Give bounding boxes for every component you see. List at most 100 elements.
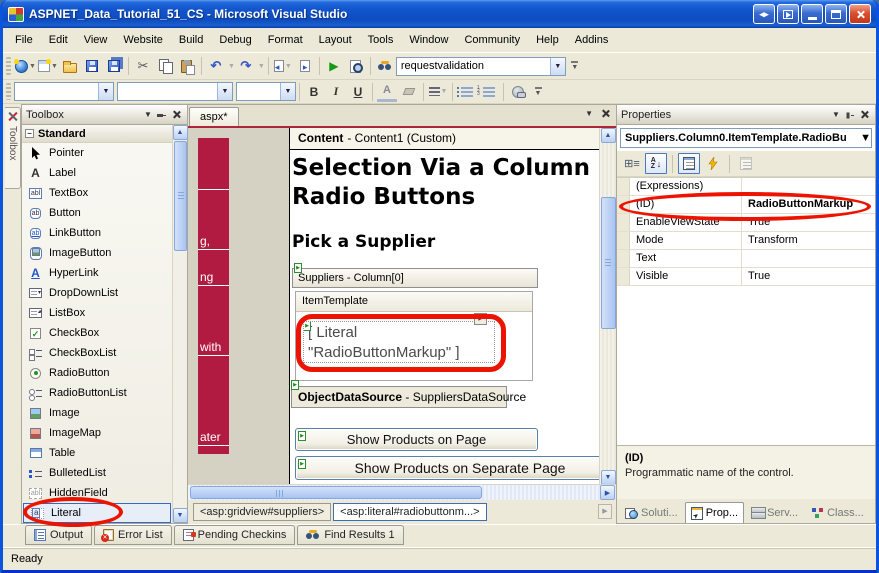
menu-file[interactable]: File (7, 31, 41, 49)
properties-view-button[interactable] (678, 153, 700, 174)
property-row-mode[interactable]: Mode Transform (617, 232, 875, 250)
toolbox-item-bulletedlist[interactable]: BulletedList (22, 463, 172, 483)
menu-community[interactable]: Community (456, 31, 528, 49)
view-in-browser-button[interactable] (346, 56, 366, 76)
tab-output[interactable]: Output (25, 525, 92, 545)
close-button[interactable] (849, 4, 871, 24)
toolbox-item-linkbutton[interactable]: abLinkButton (22, 223, 172, 243)
tab-server-explorer[interactable]: Serv... (745, 502, 804, 523)
designer-horizontal-scrollbar[interactable]: ▶ (188, 484, 616, 500)
scrollbar-thumb[interactable] (174, 141, 187, 251)
tab-class-view[interactable]: Class... (805, 502, 870, 523)
save-button[interactable] (82, 56, 102, 76)
properties-object-combo[interactable]: Suppliers.Column0.ItemTemplate.RadioBu ▼ (620, 128, 872, 148)
redo-button[interactable] (236, 56, 256, 76)
tab-error-list[interactable]: Error List (94, 525, 172, 545)
collapse-icon[interactable]: − (25, 129, 34, 138)
objectdatasource-control[interactable]: ▶ ObjectDataSource - SuppliersDataSource (291, 386, 507, 408)
block-format-combo[interactable]: ▼ (14, 82, 114, 101)
font-size-combo[interactable]: ▼ (236, 82, 296, 101)
underline-button[interactable]: U (348, 82, 368, 102)
navigate-forward-button[interactable] (295, 56, 315, 76)
toolbox-item-button[interactable]: abButton (22, 203, 172, 223)
menu-edit[interactable]: Edit (41, 31, 76, 49)
toolbox-item-radiobuttonlist[interactable]: RadioButtonList (22, 383, 172, 403)
start-debug-button[interactable] (324, 56, 344, 76)
toolbox-group-standard[interactable]: − Standard (22, 125, 187, 143)
search-combo-dropdown[interactable]: ▼ (550, 58, 565, 75)
paste-button[interactable] (177, 56, 197, 76)
toolbar-grip[interactable] (6, 57, 11, 75)
toolbox-item-hiddenfield[interactable]: ablHiddenField (22, 483, 172, 503)
content-placeholder-header[interactable]: Content - Content1 (Custom) (290, 128, 599, 150)
scroll-right-icon[interactable]: ▶ (600, 485, 615, 500)
menu-view[interactable]: View (76, 31, 116, 49)
scroll-up-icon[interactable]: ▲ (601, 128, 616, 143)
toolbox-item-textbox[interactable]: ablTextBox (22, 183, 172, 203)
navigate-back-button[interactable]: ▼ (273, 56, 293, 76)
font-name-combo[interactable]: ▼ (117, 82, 233, 101)
toolbox-item-checkbox[interactable]: ✓CheckBox (22, 323, 172, 343)
toolbox-item-pointer[interactable]: Pointer (22, 143, 172, 163)
window-position-menu-icon[interactable]: ▼ (141, 108, 155, 122)
scroll-down-icon[interactable]: ▼ (173, 508, 188, 523)
document-tab-aspx[interactable]: aspx* (189, 107, 239, 126)
window-position-menu-icon[interactable]: ▼ (829, 108, 843, 122)
copy-button[interactable] (155, 56, 175, 76)
smart-tag-icon[interactable]: ▶ (294, 263, 302, 273)
save-all-button[interactable] (104, 56, 124, 76)
menu-tools[interactable]: Tools (360, 31, 402, 49)
scrollbar-thumb[interactable] (601, 197, 616, 329)
tag-navigator-more-icon[interactable]: ▶ (598, 504, 612, 519)
minimize-button[interactable] (801, 4, 823, 24)
cut-button[interactable] (133, 56, 153, 76)
tab-properties[interactable]: Prop... (685, 502, 744, 523)
toolbox-item-dropdownlist[interactable]: DropDownList (22, 283, 172, 303)
alignment-button[interactable]: ▼ (428, 82, 448, 102)
combo-dropdown[interactable]: ▼ (217, 83, 232, 100)
menu-help[interactable]: Help (528, 31, 567, 49)
scroll-down-icon[interactable]: ▼ (601, 470, 616, 484)
toolbar-overflow-button[interactable]: ▼ (569, 61, 581, 71)
smart-tag-icon[interactable]: ▶ (298, 431, 306, 441)
tab-pending-checkins[interactable]: Pending Checkins (174, 525, 296, 545)
toolbox-title-bar[interactable]: Toolbox ▼ (22, 105, 187, 125)
smart-tag-icon[interactable]: ▶ (291, 380, 299, 390)
menu-debug[interactable]: Debug (211, 31, 259, 49)
menu-addins[interactable]: Addins (567, 31, 617, 49)
toolbox-item-imagemap[interactable]: ImageMap (22, 423, 172, 443)
tag-literal[interactable]: <asp:literal#radiobuttonm...> (333, 503, 486, 521)
show-products-on-page-button[interactable]: ▶ Show Products on Page (295, 428, 538, 451)
toolbox-autohide-tab[interactable]: Toolbox (5, 107, 21, 189)
design-surface[interactable]: g, ng with ater Content - Content1 (Cust… (188, 128, 616, 484)
pin-icon[interactable] (843, 108, 857, 122)
search-combo[interactable]: requestvalidation ▼ (396, 57, 566, 76)
property-pages-button[interactable] (735, 153, 757, 174)
combo-dropdown[interactable]: ▼ (860, 132, 871, 144)
toolbar-overflow-button[interactable]: ▼ (532, 87, 544, 97)
document-close-icon[interactable] (601, 109, 610, 118)
property-row-id[interactable]: (ID) RadioButtonMarkup (617, 196, 875, 214)
property-row-text[interactable]: Text (617, 250, 875, 268)
designer-vertical-scrollbar[interactable]: ▲ ▼ (599, 128, 616, 484)
property-row-enableviewstate[interactable]: EnableViewState True (617, 214, 875, 232)
italic-button[interactable]: I (326, 82, 346, 102)
scrollbar-thumb[interactable] (190, 486, 482, 499)
document-list-dropdown-icon[interactable]: ▼ (585, 109, 593, 118)
toolbox-item-imagebutton[interactable]: ImageButton (22, 243, 172, 263)
properties-title-bar[interactable]: Properties ▼ (617, 105, 875, 125)
properties-close-icon[interactable] (857, 108, 871, 122)
show-products-on-separate-page-button[interactable]: ▶ Show Products on Separate Page (295, 456, 599, 480)
bulleted-list-button[interactable] (457, 82, 477, 102)
bold-button[interactable]: B (304, 82, 324, 102)
toolbox-item-checkboxlist[interactable]: CheckBoxList (22, 343, 172, 363)
undo-button[interactable] (206, 56, 226, 76)
window-arrows-button[interactable]: ◂▸ (753, 4, 775, 24)
tag-gridview[interactable]: <asp:gridview#suppliers> (193, 503, 331, 521)
toolbox-close-icon[interactable] (169, 108, 183, 122)
events-button[interactable] (702, 153, 724, 174)
toolbox-item-literal[interactable]: Literal (23, 503, 171, 523)
tab-solution-explorer[interactable]: Soluti... (619, 502, 684, 523)
property-row-expressions[interactable]: (Expressions) (617, 178, 875, 196)
menu-format[interactable]: Format (260, 31, 311, 49)
